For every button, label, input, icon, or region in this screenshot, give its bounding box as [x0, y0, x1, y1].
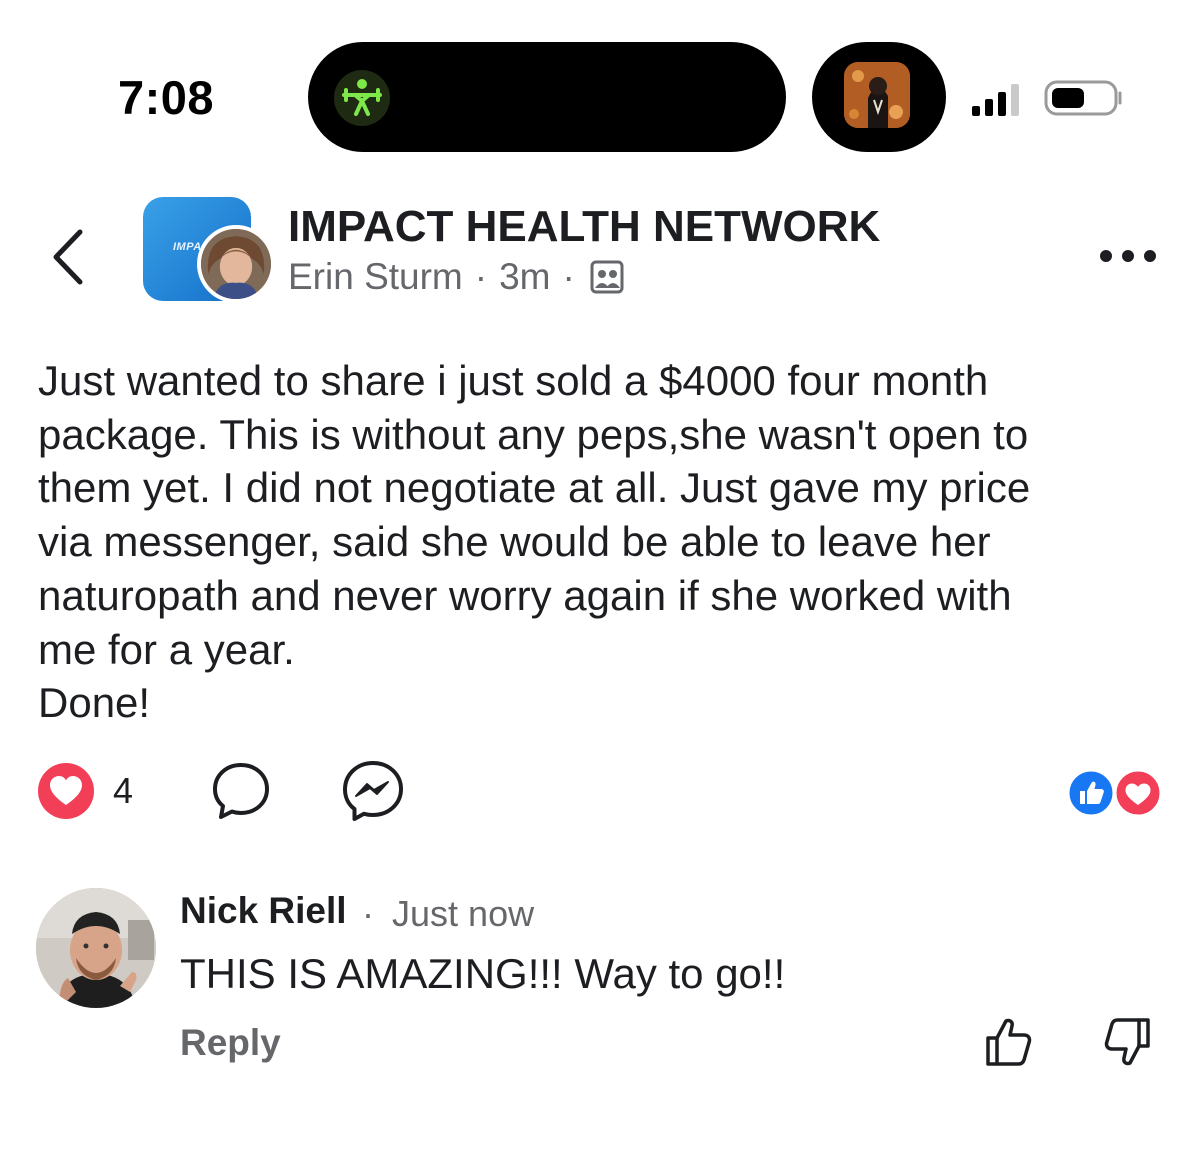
group-members-icon — [590, 260, 624, 294]
comment-time: Just now — [392, 893, 535, 934]
post-body: Just wanted to share i just sold a $4000… — [38, 354, 1168, 730]
love-reaction-icon — [1113, 768, 1163, 818]
meta-separator: · — [562, 256, 575, 297]
group-name[interactable]: IMPACT HEALTH NETWORK — [288, 202, 880, 252]
thumbs-down-outline-icon[interactable] — [1100, 1014, 1156, 1070]
comment-bubble-icon[interactable] — [210, 760, 272, 822]
now-playing-artwork — [844, 62, 910, 128]
post-text-line: via messenger, said she would be able to… — [38, 518, 991, 566]
post-text-line: package. This is without any peps,she wa… — [38, 410, 1029, 458]
like-reaction-icon — [1066, 768, 1116, 818]
author-avatar[interactable] — [197, 225, 275, 303]
meta-separator: · — [474, 256, 488, 297]
group-avatar-logo-text: IMPA — [173, 241, 202, 253]
status-time: 7:08 — [118, 71, 215, 124]
meta-separator: · — [362, 893, 374, 934]
post-time[interactable]: 3m — [499, 256, 550, 298]
chevron-left-icon[interactable] — [40, 222, 100, 292]
messenger-icon[interactable] — [340, 758, 406, 824]
post-text-line: them yet. I did not negotiate at all. Ju… — [38, 464, 1031, 512]
thumbs-up-outline-icon[interactable] — [980, 1014, 1036, 1070]
post-text-line: Done! — [38, 679, 151, 727]
battery-icon — [1044, 80, 1122, 116]
commenter-avatar[interactable] — [36, 888, 156, 1008]
cellular-signal-icon — [972, 84, 1019, 116]
comment-text: THIS IS AMAZING!!! Way to go!! — [180, 950, 786, 997]
post-text-line: Just wanted to share i just sold a $4000… — [38, 357, 989, 404]
reaction-count[interactable]: 4 — [113, 770, 133, 812]
commenter-name[interactable]: Nick Riell — [180, 890, 347, 932]
post-text-line: me for a year. — [38, 625, 295, 673]
heart-reaction-icon[interactable] — [37, 762, 95, 820]
workout-activity-icon — [334, 70, 390, 126]
post-text-line: naturopath and never worry again if she … — [38, 571, 1012, 619]
reaction-summary[interactable] — [1066, 768, 1166, 818]
author-name[interactable]: Erin Sturm — [288, 256, 463, 298]
more-dots-icon[interactable] — [1096, 244, 1160, 268]
reply-button[interactable]: Reply — [180, 1022, 281, 1064]
comment-meta: · Just now — [362, 893, 534, 935]
post-meta: Erin Sturm · 3m · — [288, 256, 625, 298]
